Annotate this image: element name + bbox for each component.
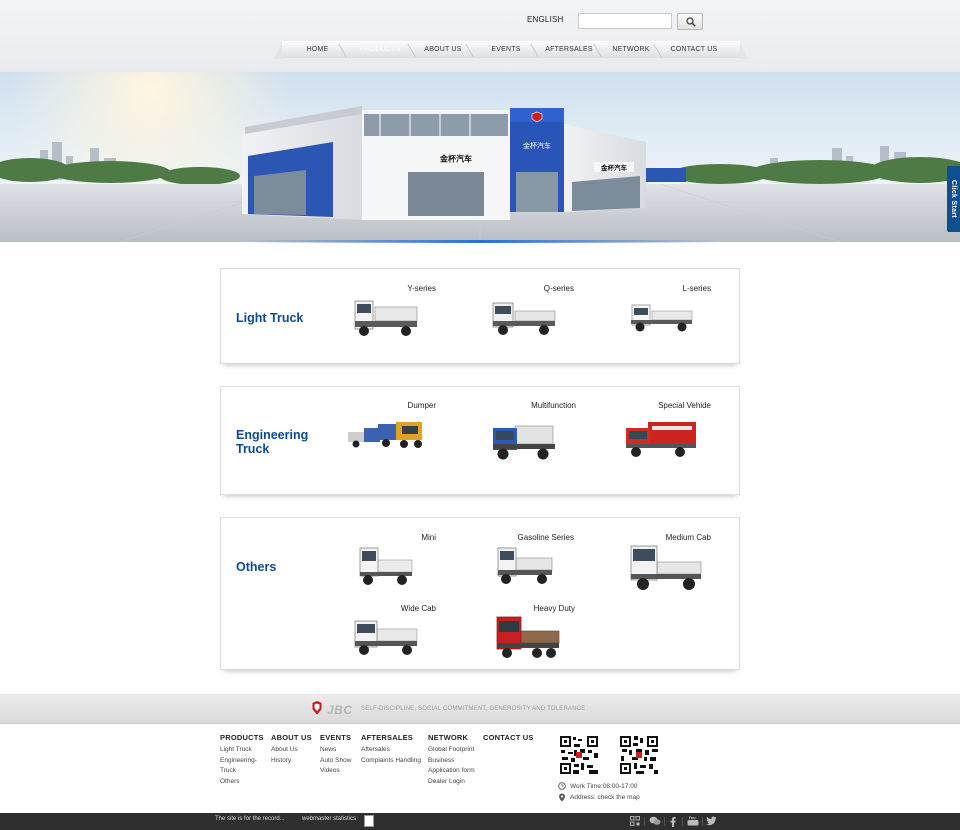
qr-code-wechat bbox=[559, 735, 599, 775]
banner-accent-line bbox=[243, 240, 718, 243]
light-truck-icon bbox=[354, 620, 418, 655]
product-multifunction[interactable]: Multifunction bbox=[491, 401, 576, 463]
nav-about-us[interactable]: ABOUT US bbox=[420, 42, 466, 59]
jbc-logo-text: JBC bbox=[327, 703, 353, 717]
nav-events[interactable]: EVENTS bbox=[481, 42, 531, 59]
product-wide-cab[interactable]: Wide Cab bbox=[351, 604, 436, 666]
section-title: Engineering Truck bbox=[236, 428, 309, 456]
product-medium-cab[interactable]: Medium Cab bbox=[619, 533, 711, 595]
map-pin-icon bbox=[559, 793, 565, 802]
footer-col-aftersales: AFTERSALES Aftersales Complaints Handlin… bbox=[361, 733, 421, 766]
footer-link[interactable]: News bbox=[320, 745, 351, 756]
dealership-illustration: 金杯汽车 金杯汽车 金杯汽车 bbox=[0, 72, 960, 242]
product-gasoline-series[interactable]: Gasoline Series bbox=[486, 533, 574, 595]
address[interactable]: Address: check the map bbox=[558, 793, 640, 802]
search-icon bbox=[686, 17, 696, 27]
footer-link[interactable]: Light Truck bbox=[220, 745, 264, 756]
footer-link[interactable]: History bbox=[271, 756, 312, 767]
divider bbox=[664, 817, 665, 826]
footer-link[interactable]: Videos bbox=[320, 766, 351, 777]
building-sign-left: 金杯汽车 bbox=[439, 154, 472, 164]
nav-home[interactable]: HOME bbox=[296, 42, 339, 59]
product-l-series[interactable]: L-series bbox=[626, 284, 711, 346]
product-y-series[interactable]: Y-series bbox=[351, 284, 436, 346]
language-link[interactable]: ENGLISH bbox=[527, 15, 564, 24]
footer-link[interactable]: Truck bbox=[220, 766, 264, 777]
light-truck-icon bbox=[492, 302, 556, 335]
divider bbox=[644, 817, 645, 826]
slogan-bar: JBC SELF-DISCIPLINE, SOCIAL COMMITMENT, … bbox=[0, 694, 960, 724]
bottom-bar: The site is for the record... webmaster … bbox=[0, 813, 960, 830]
building-sign-tower: 金杯汽车 bbox=[523, 141, 551, 150]
footer-link[interactable]: Application form bbox=[428, 766, 475, 777]
product-heavy-duty[interactable]: Heavy Duty bbox=[493, 604, 575, 666]
nav-aftersales[interactable]: AFTERSALES bbox=[544, 42, 594, 59]
footer-col-products: PRODUCTS Light Truck Engineering- Truck … bbox=[220, 733, 264, 787]
footer-link[interactable]: Complaints Handling bbox=[361, 756, 421, 767]
facebook-icon[interactable] bbox=[669, 816, 677, 827]
company-slogan: SELF-DISCIPLINE, SOCIAL COMMITMENT, GENE… bbox=[361, 706, 586, 712]
nav-products[interactable]: PRODUCTS bbox=[352, 42, 408, 59]
light-truck-icon bbox=[631, 304, 693, 332]
fire-truck-icon bbox=[626, 422, 696, 457]
panel-light-truck: Light Truck Y-series Q-series L-series bbox=[220, 268, 740, 364]
jbc-logo-icon bbox=[311, 700, 323, 716]
tipper-truck-icon bbox=[493, 425, 555, 460]
footer-link[interactable]: Engineering- bbox=[220, 756, 264, 767]
webmaster-stats-link[interactable]: webmaster statistics bbox=[302, 816, 356, 822]
twitter-icon[interactable] bbox=[706, 816, 717, 826]
footer-link[interactable]: Business bbox=[428, 756, 475, 767]
medium-truck-icon bbox=[630, 545, 702, 590]
heavy-truck-icon bbox=[496, 616, 560, 658]
footer-link[interactable]: Others bbox=[220, 777, 264, 788]
light-truck-icon bbox=[354, 300, 418, 336]
footer-link[interactable]: Auto Show bbox=[320, 756, 351, 767]
product-special-vehicle[interactable]: Special Vehide bbox=[624, 401, 711, 463]
panel-engineering-truck: Engineering Truck Dumper Multifunction S… bbox=[220, 386, 740, 495]
footer-col-about-us: ABOUT US About Us History bbox=[271, 733, 312, 766]
footer-col-contact-us: CONTACT US bbox=[483, 733, 534, 742]
nav-contact-us[interactable]: CONTACT US bbox=[668, 42, 720, 59]
nav-network[interactable]: NETWORK bbox=[608, 42, 654, 59]
qr-scan-icon[interactable] bbox=[630, 816, 640, 826]
main-nav: HOME PRODUCTS ABOUT US EVENTS AFTERSALES… bbox=[274, 41, 748, 59]
svg-text:You: You bbox=[688, 816, 697, 820]
wechat-icon[interactable] bbox=[649, 816, 661, 826]
building-sign-right: 金杯汽车 bbox=[600, 163, 628, 172]
stats-icon[interactable] bbox=[364, 815, 374, 827]
footer-col-network: NETWORK Global Footprint Business Applic… bbox=[428, 733, 475, 787]
section-title: Light Truck bbox=[236, 311, 304, 325]
section-title: Others bbox=[236, 560, 277, 574]
search-input[interactable] bbox=[578, 13, 672, 29]
product-q-series[interactable]: Q-series bbox=[489, 284, 574, 346]
record-notice[interactable]: The site is for the record... bbox=[215, 816, 285, 822]
footer-link[interactable]: About Us bbox=[271, 745, 312, 756]
divider bbox=[702, 817, 703, 826]
header: ENGLISH HOME PRODUCTS ABOUT US EVENTS AF… bbox=[0, 0, 960, 72]
search-button[interactable] bbox=[677, 13, 703, 30]
product-mini[interactable]: Mini bbox=[346, 533, 436, 595]
hero-banner: 金杯汽车 金杯汽车 金杯汽车 bbox=[0, 72, 960, 242]
panel-others: Others Mini Gasoline Series Medium Cab W… bbox=[220, 517, 740, 670]
work-time: Work Time:08:00-17:00 bbox=[558, 782, 637, 790]
clock-icon bbox=[558, 782, 566, 790]
footer-link[interactable]: Global Footprint bbox=[428, 745, 475, 756]
dump-truck-icon bbox=[348, 422, 422, 448]
click-start-tab[interactable]: Click Start bbox=[947, 166, 960, 232]
youtube-icon[interactable]: You bbox=[687, 816, 699, 826]
light-truck-icon bbox=[497, 547, 553, 584]
mini-truck-icon bbox=[359, 547, 413, 585]
divider bbox=[682, 817, 683, 826]
footer-col-events: EVENTS News Auto Show Videos bbox=[320, 733, 351, 777]
qr-code-weibo bbox=[619, 735, 659, 775]
footer-link[interactable]: Aftersales bbox=[361, 745, 421, 756]
footer-link[interactable]: Dealer Login bbox=[428, 777, 475, 788]
product-dumper[interactable]: Dumper bbox=[346, 401, 436, 463]
